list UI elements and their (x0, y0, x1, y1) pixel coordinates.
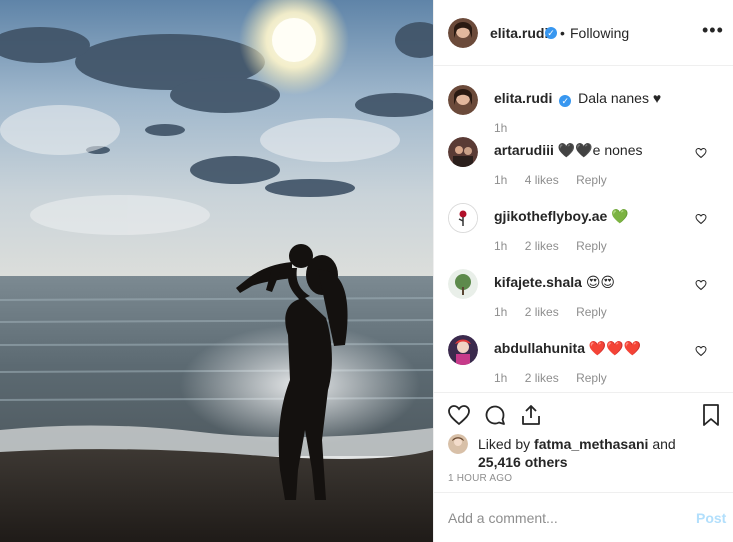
post-timestamp[interactable]: 1 HOUR AGO (448, 473, 512, 484)
add-comment-bar: Add a comment... Post (434, 492, 733, 542)
comment-meta: 1h 4 likes Reply (494, 173, 621, 187)
post-header: elita.rudi ✓ • Following ••• (434, 0, 733, 66)
comment-icon[interactable] (483, 403, 507, 427)
caption-meta: 1h (494, 121, 521, 135)
comment-text: 💚 (611, 208, 629, 224)
post-comment-button[interactable]: Post (696, 510, 726, 526)
caption-line: elita.rudi ✓ Dala nanes ♥ (494, 90, 662, 107)
comment-avatar[interactable] (448, 137, 478, 167)
comment-text: ❤️❤️❤️ (588, 340, 642, 356)
comment-meta: 1h 2 likes Reply (494, 305, 621, 319)
reply-button[interactable]: Reply (576, 173, 607, 187)
post-photo[interactable] (0, 0, 433, 542)
comment-avatar[interactable] (448, 203, 478, 233)
caption-username[interactable]: elita.rudi (494, 90, 552, 106)
like-comment-heart-icon[interactable] (695, 345, 707, 357)
reply-button[interactable]: Reply (576, 305, 607, 319)
heart-icon[interactable] (447, 403, 471, 427)
like-comment-heart-icon[interactable] (695, 213, 707, 225)
like-comment-heart-icon[interactable] (695, 279, 707, 291)
reply-button[interactable]: Reply (576, 371, 607, 385)
liker-avatar[interactable] (448, 434, 468, 454)
caption-avatar[interactable] (448, 85, 478, 115)
comment-time[interactable]: 1h (494, 173, 507, 187)
comment-line: abdullahunita ❤️❤️❤️ (494, 340, 641, 357)
comment-username[interactable]: kifajete.shala (494, 274, 582, 290)
more-options-icon[interactable]: ••• (702, 20, 724, 41)
comment-avatar[interactable] (448, 269, 478, 299)
like-comment-heart-icon[interactable] (695, 147, 707, 159)
author-avatar[interactable] (448, 18, 478, 48)
comment-username[interactable]: abdullahunita (494, 340, 585, 356)
comment-time[interactable]: 1h (494, 371, 507, 385)
comment-likes[interactable]: 2 likes (525, 371, 559, 385)
separator-dot: • (560, 25, 565, 41)
likes-joiner: and (652, 436, 676, 452)
comment-likes[interactable]: 2 likes (525, 239, 559, 253)
comment-text: 🖤🖤e nones (557, 142, 643, 158)
caption-time[interactable]: 1h (494, 121, 507, 135)
post-detail-panel: elita.rudi ✓ • Following ••• elita.rudi … (433, 0, 733, 542)
reply-button[interactable]: Reply (576, 239, 607, 253)
liker-username[interactable]: fatma_methasani (534, 436, 648, 452)
comment-line: artarudiii 🖤🖤e nones (494, 142, 642, 159)
comment-line: gjikotheflyboy.ae 💚 (494, 208, 629, 225)
comment-username[interactable]: artarudiii (494, 142, 554, 158)
verified-badge-icon: ✓ (559, 95, 572, 107)
comment-time[interactable]: 1h (494, 305, 507, 319)
likes-summary: Liked by fatma_methasani and 25,416 othe… (478, 435, 718, 471)
comment-likes[interactable]: 4 likes (525, 173, 559, 187)
comment-avatar[interactable] (448, 335, 478, 365)
following-button[interactable]: Following (570, 25, 629, 41)
author-username[interactable]: elita.rudi (490, 25, 548, 41)
bookmark-icon[interactable] (699, 403, 723, 427)
share-icon[interactable] (519, 403, 543, 427)
verified-badge-icon: ✓ (545, 27, 557, 39)
beach-sunset-photo (0, 0, 433, 542)
comment-text: 😍😍 (585, 274, 616, 290)
comment-input[interactable]: Add a comment... (448, 510, 558, 526)
comment-username[interactable]: gjikotheflyboy.ae (494, 208, 607, 224)
comment-meta: 1h 2 likes Reply (494, 239, 621, 253)
caption-text: Dala nanes ♥ (578, 90, 662, 106)
comment-likes[interactable]: 2 likes (525, 305, 559, 319)
comment-meta: 1h 2 likes Reply (494, 371, 621, 385)
comments-list[interactable]: elita.rudi ✓ Dala nanes ♥ 1h artarudiii … (434, 67, 733, 392)
comment-line: kifajete.shala 😍😍 (494, 274, 615, 291)
liked-by-label: Liked by (478, 436, 531, 452)
comment-time[interactable]: 1h (494, 239, 507, 253)
likes-count[interactable]: 25,416 others (478, 454, 568, 470)
